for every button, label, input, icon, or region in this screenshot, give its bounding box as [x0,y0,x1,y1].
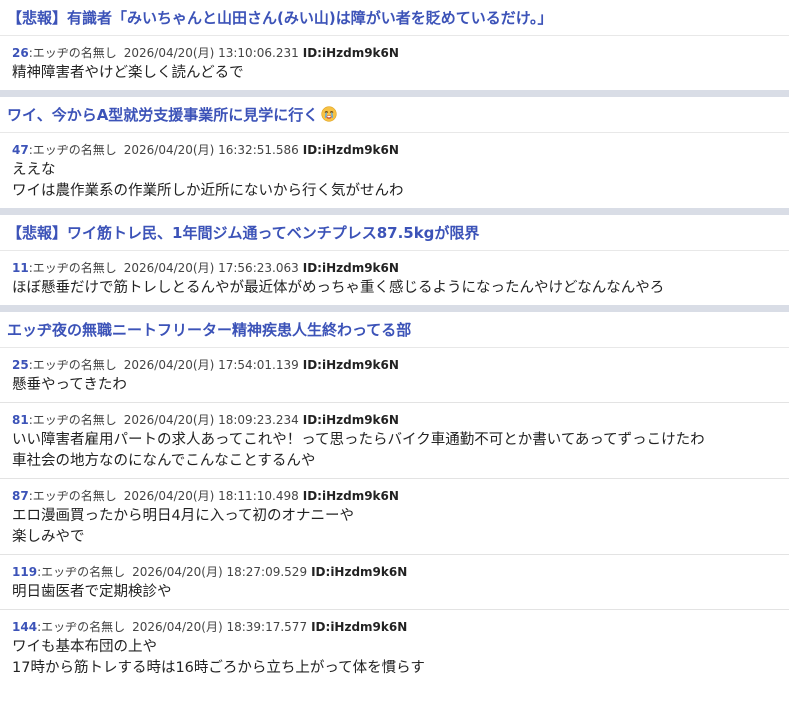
post-number-link[interactable]: 87 [12,489,29,503]
post-timestamp: 2026/04/20(月) 18:09:23.234 [123,413,299,427]
post-header: 47:エッヂの名無し 2026/04/20(月) 16:32:51.586 ID:i… [12,142,777,159]
post-body-line: 懸垂やってきたわ [12,377,127,393]
post-user-id[interactable]: ID:iHzdm9k6N [303,489,399,503]
post-user-id[interactable]: ID:iHzdm9k6N [303,143,399,157]
post-body: 精神障害者やけど楽しく読んどるで [12,63,777,84]
post-header: 87:エッヂの名無し 2026/04/20(月) 18:11:10.498 ID:i… [12,488,777,505]
post-body-line: 17時から筋トレする時は16時ごろから立ち上がって体を慣らす [12,660,425,676]
post-timestamp: 2026/04/20(月) 18:27:09.529 [132,565,308,579]
post-body: ええなワイは農作業系の作業所しか近所にないから行く気がせんわ [12,160,777,202]
post-number-link[interactable]: 47 [12,143,29,157]
post-timestamp: 2026/04/20(月) 18:11:10.498 [123,489,299,503]
post: 119:エッヂの名無し 2026/04/20(月) 18:27:09.529 ID:… [0,555,789,610]
post-body-line: 楽しみやで [12,529,85,545]
post-user-id[interactable]: ID:iHzdm9k6N [303,413,399,427]
thread: 【悲報】ワイ筋トレ民、1年間ジム通ってベンチプレス87.5kgが限界 11:エッヂ… [0,215,789,305]
thread-separator [0,208,789,215]
post-author-name: エッヂの名無し [32,46,117,60]
post-body-line: 明日歯医者で定期検診や [12,584,172,600]
thread-title-link[interactable]: 【悲報】ワイ筋トレ民、1年間ジム通ってベンチプレス87.5kgが限界 [0,215,789,250]
post-header: 11:エッヂの名無し 2026/04/20(月) 17:56:23.063 ID:i… [12,260,777,277]
post-header: 81:エッヂの名無し 2026/04/20(月) 18:09:23.234 ID:i… [12,412,777,429]
post-body-line: ワイも基本布団の上や [12,639,157,655]
post-body-line: エロ漫画買ったから明日4月に入って初のオナニーや [12,508,354,524]
post-user-id[interactable]: ID:iHzdm9k6N [311,620,407,634]
thread-separator [0,305,789,312]
thread: エッヂ夜の無職ニートフリーター精神疾患人生終わってる部 25:エッヂの名無し 202… [0,312,789,685]
post: 25:エッヂの名無し 2026/04/20(月) 17:54:01.139 ID:i… [0,348,789,403]
post-number-link[interactable]: 25 [12,358,29,372]
post-timestamp: 2026/04/20(月) 17:54:01.139 [123,358,299,372]
thread-title-row: ワイ、今からA型就労支援事業所に見学に行く [0,97,789,133]
post-body-line: ワイは農作業系の作業所しか近所にないから行く気がせんわ [12,183,404,199]
post: 87:エッヂの名無し 2026/04/20(月) 18:11:10.498 ID:i… [0,479,789,555]
post-timestamp: 2026/04/20(月) 18:39:17.577 [132,620,308,634]
thread-title-text: エッヂ夜の無職ニートフリーター精神疾患人生終わってる部 [7,321,412,339]
post-header: 26:エッヂの名無し 2026/04/20(月) 13:10:06.231 ID:i… [12,45,777,62]
post-body-line: 車社会の地方なのになんでこんなことするんや [12,453,316,469]
post-number-link[interactable]: 81 [12,413,29,427]
thread-title-link[interactable]: 【悲報】有識者「みいちゃんと山田さん(みい山)は障がい者を貶めているだけ。」 [0,0,789,35]
post-author-name: エッヂの名無し [32,489,117,503]
thread-title-link[interactable]: エッヂ夜の無職ニートフリーター精神疾患人生終わってる部 [0,312,789,347]
post-user-id[interactable]: ID:iHzdm9k6N [303,358,399,372]
post-body-line: ほぼ懸垂だけで筋トレしとるんやが最近体がめっちゃ重く感じるようになったんやけどな… [12,280,665,296]
post-body: ワイも基本布団の上や 17時から筋トレする時は16時ごろから立ち上がって体を慣らす [12,637,777,679]
post-user-id[interactable]: ID:iHzdm9k6N [311,565,407,579]
thread-title-text: 【悲報】有識者「みいちゃんと山田さん(みい山)は障がい者を貶めているだけ。」 [7,9,553,27]
post-body-line: いい障害者雇用パートの求人あってこれや！って思ったらバイク車通勤不可とか書いてあ… [12,432,705,448]
thread-title-link[interactable]: ワイ、今からA型就労支援事業所に見学に行く [0,97,789,132]
post-timestamp: 2026/04/20(月) 16:32:51.586 [123,143,299,157]
thread: 【悲報】有識者「みいちゃんと山田さん(みい山)は障がい者を貶めているだけ。」 26… [0,0,789,90]
post-author-name: エッヂの名無し [41,620,126,634]
thread-title-text: 【悲報】ワイ筋トレ民、1年間ジム通ってベンチプレス87.5kgが限界 [7,224,480,242]
post-header: 25:エッヂの名無し 2026/04/20(月) 17:54:01.139 ID:i… [12,357,777,374]
post-header: 144:エッヂの名無し 2026/04/20(月) 18:39:17.577 ID:… [12,619,777,636]
post-body-line: 精神障害者やけど楽しく読んどるで [12,65,244,81]
post-author-name: エッヂの名無し [32,413,117,427]
post-author-name: エッヂの名無し [32,261,117,275]
thread-separator [0,90,789,97]
thread: ワイ、今からA型就労支援事業所に見学に行く 47:エッヂの名無し 2026/04/2… [0,97,789,208]
post-body: 懸垂やってきたわ [12,375,777,396]
post-timestamp: 2026/04/20(月) 13:10:06.231 [123,46,299,60]
post: 144:エッヂの名無し 2026/04/20(月) 18:39:17.577 ID:… [0,610,789,685]
post-author-name: エッヂの名無し [32,358,117,372]
post-body: ほぼ懸垂だけで筋トレしとるんやが最近体がめっちゃ重く感じるようになったんやけどな… [12,278,777,299]
post-user-id[interactable]: ID:iHzdm9k6N [303,46,399,60]
post-user-id[interactable]: ID:iHzdm9k6N [303,261,399,275]
post-body: エロ漫画買ったから明日4月に入って初のオナニーや 楽しみやで [12,506,777,548]
thread-title-text: ワイ、今からA型就労支援事業所に見学に行く [7,106,319,124]
post: 26:エッヂの名無し 2026/04/20(月) 13:10:06.231 ID:i… [0,36,789,90]
post: 11:エッヂの名無し 2026/04/20(月) 17:56:23.063 ID:i… [0,251,789,305]
thread-list: 【悲報】有識者「みいちゃんと山田さん(みい山)は障がい者を貶めているだけ。」 26… [0,0,789,685]
post-author-name: エッヂの名無し [41,565,126,579]
post-number-link[interactable]: 11 [12,261,29,275]
post-author-name: エッヂの名無し [32,143,117,157]
crying-face-icon [321,106,337,122]
post: 81:エッヂの名無し 2026/04/20(月) 18:09:23.234 ID:i… [0,403,789,479]
post-number-link[interactable]: 144 [12,620,37,634]
post-body-line: ええな [12,162,56,178]
post: 47:エッヂの名無し 2026/04/20(月) 16:32:51.586 ID:i… [0,133,789,208]
post-number-link[interactable]: 119 [12,565,37,579]
post-number-link[interactable]: 26 [12,46,29,60]
thread-title-row: エッヂ夜の無職ニートフリーター精神疾患人生終わってる部 [0,312,789,348]
post-body: いい障害者雇用パートの求人あってこれや！って思ったらバイク車通勤不可とか書いてあ… [12,430,777,472]
post-timestamp: 2026/04/20(月) 17:56:23.063 [123,261,299,275]
post-body: 明日歯医者で定期検診や [12,582,777,603]
thread-title-row: 【悲報】ワイ筋トレ民、1年間ジム通ってベンチプレス87.5kgが限界 [0,215,789,251]
thread-title-row: 【悲報】有識者「みいちゃんと山田さん(みい山)は障がい者を貶めているだけ。」 [0,0,789,36]
post-header: 119:エッヂの名無し 2026/04/20(月) 18:27:09.529 ID:… [12,564,777,581]
